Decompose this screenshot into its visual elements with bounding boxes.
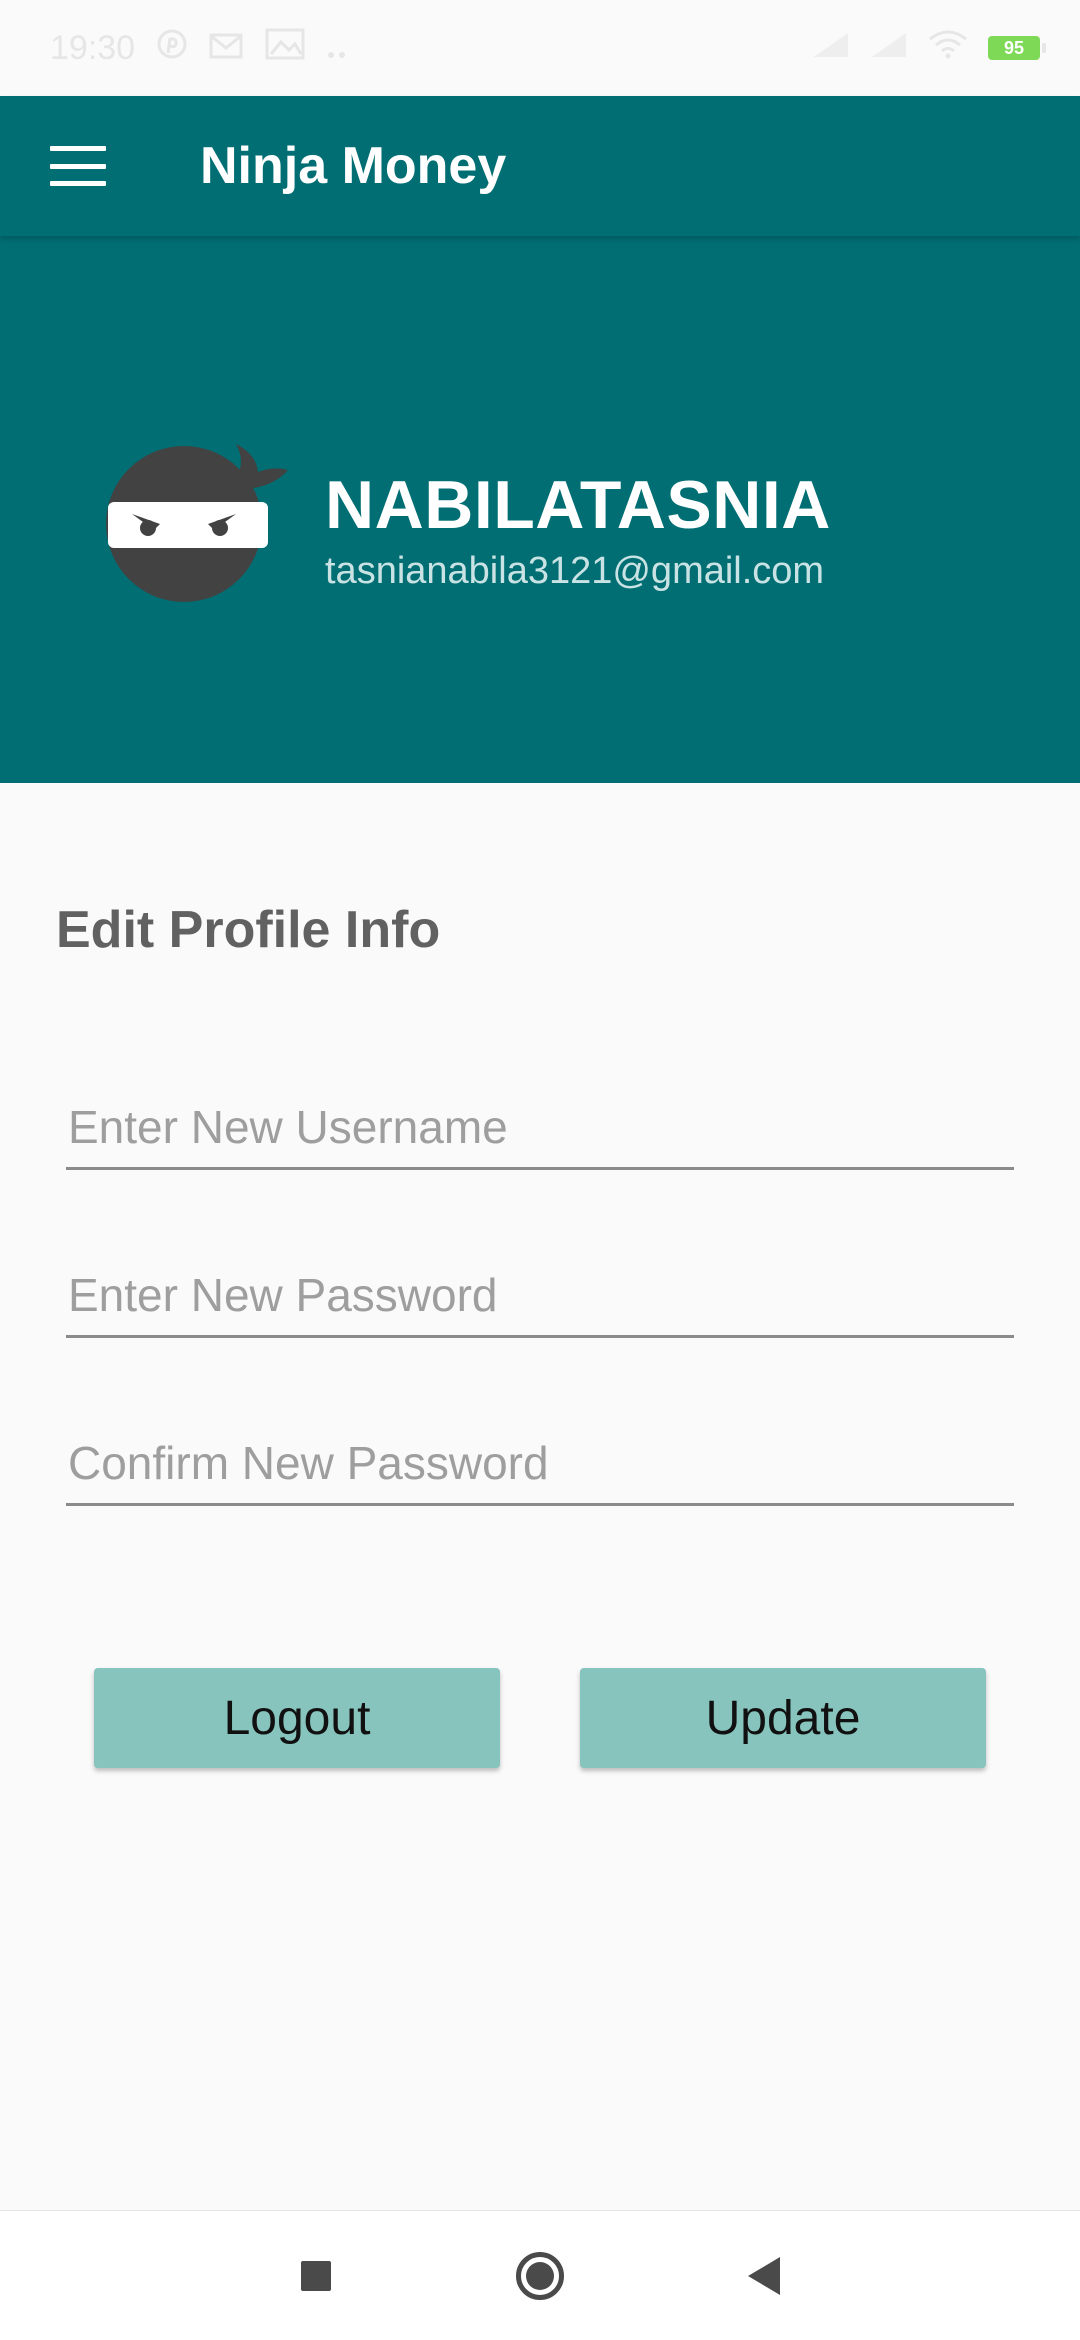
password-input[interactable] (66, 1254, 1014, 1335)
password-field (66, 1254, 1014, 1338)
username-input[interactable] (66, 1086, 1014, 1167)
confirm-password-input[interactable] (66, 1422, 1014, 1503)
username-field (66, 1086, 1014, 1170)
wifi-icon (928, 29, 968, 68)
ninja-avatar-icon (96, 406, 292, 602)
app-title: Ninja Money (200, 137, 507, 195)
system-nav-bar (0, 2210, 1080, 2340)
edit-profile-title: Edit Profile Info (56, 901, 441, 959)
gmail-icon (209, 29, 243, 68)
status-time: 19:30 (50, 28, 136, 67)
status-left: 19:30 (50, 28, 347, 69)
logout-button[interactable]: Logout (94, 1668, 500, 1768)
battery-icon: 95 (988, 36, 1046, 60)
confirm-password-field (66, 1422, 1014, 1506)
pinterest-icon (157, 29, 187, 68)
signal-icon (812, 29, 850, 68)
update-button[interactable]: Update (580, 1668, 986, 1768)
profile-username: NABILATASNIA (325, 467, 831, 543)
app-bar: Ninja Money (0, 96, 1080, 236)
signal-icon (870, 29, 908, 68)
gallery-icon (265, 28, 305, 69)
status-bar: 19:30 95 (0, 0, 1080, 96)
more-dots-icon (327, 29, 347, 68)
profile-header: NABILATASNIA tasnianabila3121@gmail.com (0, 236, 1080, 783)
home-circle-icon[interactable] (480, 2211, 600, 2340)
back-triangle-icon[interactable] (704, 2211, 824, 2340)
hamburger-menu-icon[interactable] (50, 146, 106, 186)
profile-email: tasnianabila3121@gmail.com (325, 550, 825, 592)
status-right: 95 (812, 29, 1046, 68)
recents-square-icon[interactable] (256, 2211, 376, 2340)
